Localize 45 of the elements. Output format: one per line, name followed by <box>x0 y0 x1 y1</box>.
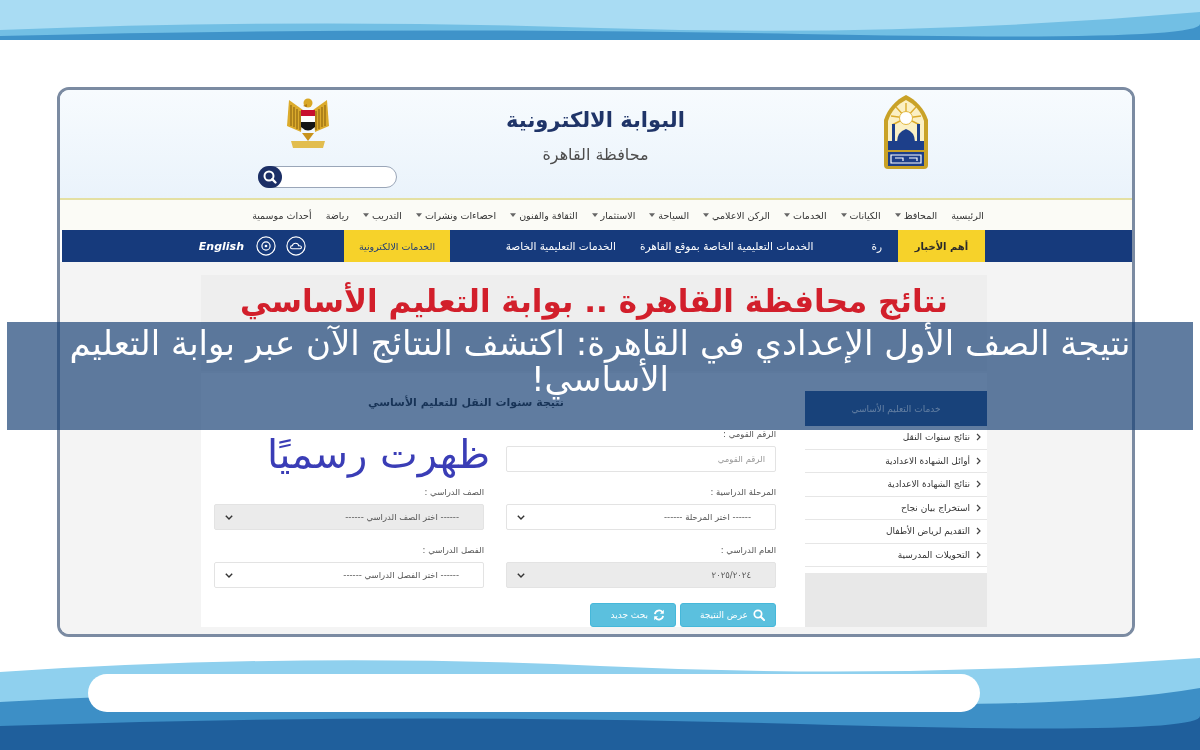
select-field[interactable]: ------ اختر الفصل الدراسي ------ <box>214 562 484 588</box>
search-icon[interactable] <box>258 166 282 188</box>
banner-title: نتائج محافظة القاهرة .. بوابة التعليم الأساسي <box>240 281 948 321</box>
menu-item[interactable]: السياحة <box>649 209 690 221</box>
portal-subtitle: محافظة القاهرة <box>542 144 649 166</box>
services-tab[interactable]: الخدمات الالكترونية <box>344 230 450 262</box>
target-icon[interactable] <box>256 236 276 256</box>
news-label: أهم الأخبار <box>898 230 985 262</box>
field-label: الفصل الدراسي : <box>422 545 484 556</box>
chevron-down-icon <box>225 514 233 520</box>
chevron-down-icon <box>517 514 525 520</box>
menu-item[interactable]: أحداث موسمية <box>252 209 312 221</box>
menu-item[interactable]: الرئيسية <box>951 209 984 221</box>
chevron-icon <box>976 456 981 465</box>
cloud-icon[interactable] <box>286 236 306 256</box>
chevron-icon <box>976 433 981 442</box>
search-icon <box>753 609 765 621</box>
menu-item[interactable]: المحافظ <box>894 209 938 221</box>
search-field[interactable] <box>258 166 397 188</box>
menu-item[interactable]: التدريب <box>362 209 402 221</box>
ticker-text[interactable]: الخدمات التعليمية الخاصة <box>505 240 616 252</box>
text-input[interactable]: الرقم القومي <box>506 446 776 472</box>
field-label: الرقم القومي : <box>723 429 776 440</box>
ticker-text[interactable]: الخدمات التعليمية الخاصة بموقع القاهرة <box>639 240 814 252</box>
chevron-down-icon <box>225 572 233 578</box>
field-label: الصف الدراسي : <box>424 487 484 498</box>
menu-item[interactable]: رياضة <box>325 209 349 221</box>
menu-item[interactable]: الثقافة والفنون <box>510 209 578 221</box>
menu-item[interactable]: الركن الاعلامي <box>703 209 770 221</box>
ticker-text[interactable]: رة <box>871 240 882 252</box>
chevron-icon <box>976 550 981 559</box>
menu-item[interactable]: الكيانات <box>840 209 881 221</box>
field-label: العام الدراسي : <box>720 545 776 556</box>
refresh-icon <box>653 609 665 621</box>
chevron-icon <box>976 480 981 489</box>
portal-title: البوابة الالكترونية <box>506 107 685 134</box>
field-label: المرحلة الدراسية : <box>710 487 776 498</box>
language-link[interactable]: English <box>198 239 244 253</box>
menu-item[interactable]: الاستثمار <box>591 209 636 221</box>
select-field[interactable]: ------ اختر المرحلة ------ <box>506 504 776 530</box>
menu-item[interactable]: احصاءات ونشرات <box>415 209 497 221</box>
chevron-down-icon <box>517 572 525 578</box>
menu-item[interactable]: الخدمات <box>784 209 827 221</box>
chevron-icon <box>976 527 981 536</box>
chevron-icon <box>976 503 981 512</box>
